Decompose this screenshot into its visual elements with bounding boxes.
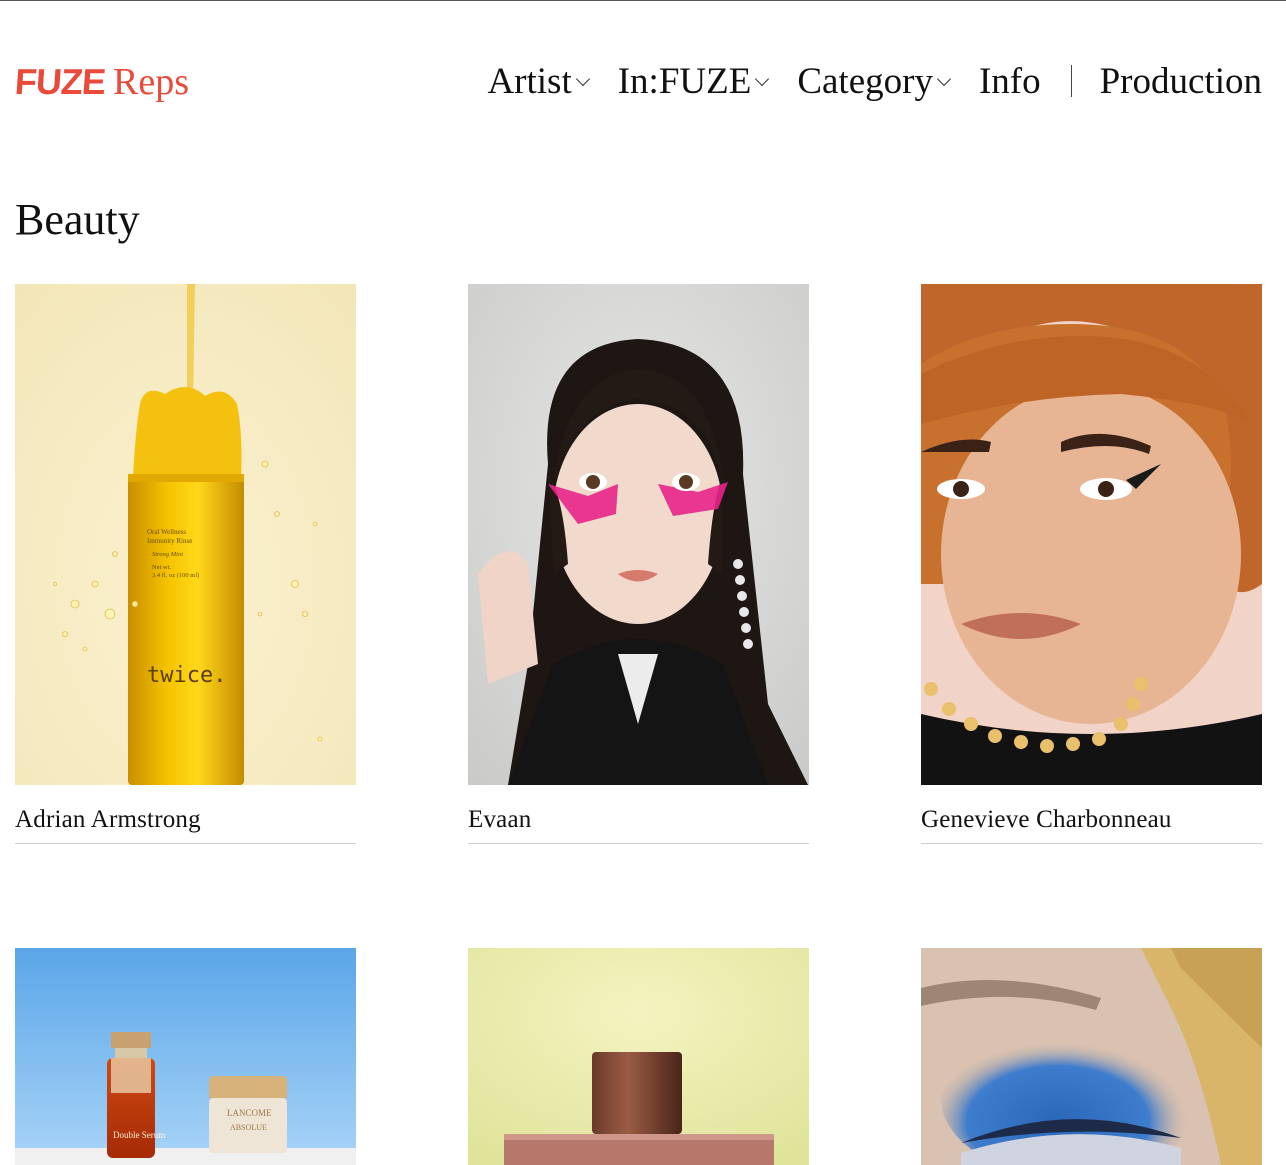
perfume-bottle-photo bbox=[468, 948, 809, 1165]
main-nav: Artist In:FUZE Category Info Production bbox=[487, 58, 1262, 104]
nav-category[interactable]: Category bbox=[797, 60, 952, 103]
portrait-photo bbox=[921, 284, 1262, 785]
artist-card-5[interactable] bbox=[468, 948, 809, 1165]
nav-artist-label: Artist bbox=[487, 60, 572, 102]
bottle-text-5: 3.4 fl. oz (100 ml) bbox=[152, 572, 199, 579]
chevron-down-icon bbox=[936, 71, 952, 86]
artist-card-6[interactable] bbox=[921, 948, 1262, 1165]
logo-reps-text: Reps bbox=[113, 61, 189, 103]
page-title: Beauty bbox=[15, 195, 140, 244]
serum-label: Double Serum bbox=[113, 1130, 165, 1140]
jar-label: ABSOLUE bbox=[230, 1123, 267, 1132]
artist-image-6[interactable] bbox=[921, 948, 1262, 1165]
site-logo[interactable]: FUZE Reps bbox=[13, 60, 189, 104]
nav-infuze-label: In:FUZE bbox=[617, 60, 752, 102]
logo-fuze-text: FUZE bbox=[13, 61, 107, 102]
nav-production-label: Production bbox=[1099, 60, 1262, 102]
artist-image-genevieve-charbonneau[interactable] bbox=[921, 284, 1262, 785]
artist-card-4[interactable]: Double Serum LANCOME ABSOLUE bbox=[15, 948, 356, 1165]
nav-production[interactable]: Production bbox=[1100, 60, 1262, 103]
top-border bbox=[0, 0, 1286, 1]
nav-artist[interactable]: Artist bbox=[487, 60, 590, 103]
artist-name[interactable]: Evaan bbox=[468, 803, 809, 844]
bottle-text-4: Net wt. bbox=[152, 564, 172, 571]
artist-image-4[interactable]: Double Serum LANCOME ABSOLUE bbox=[15, 948, 356, 1165]
bottle-text-2: Immunity Rinse bbox=[147, 537, 192, 545]
product-bottle-photo: Oral Wellness Immunity Rinse Strong Mint… bbox=[15, 284, 356, 785]
bottle-text-3: Strong Mint bbox=[152, 551, 183, 558]
eye-makeup-photo bbox=[921, 948, 1262, 1165]
artist-image-evaan[interactable] bbox=[468, 284, 809, 785]
artist-name[interactable]: Adrian Armstrong bbox=[15, 803, 356, 844]
bottle-text-1: Oral Wellness bbox=[147, 528, 186, 536]
artist-card-evaan[interactable]: Evaan bbox=[468, 284, 809, 844]
bottle-brand-text: twice. bbox=[147, 663, 226, 688]
skincare-products-photo: Double Serum LANCOME ABSOLUE bbox=[15, 948, 356, 1165]
nav-infuze[interactable]: In:FUZE bbox=[617, 60, 770, 103]
artist-image-adrian-armstrong[interactable]: Oral Wellness Immunity Rinse Strong Mint… bbox=[15, 284, 356, 785]
nav-info[interactable]: Info bbox=[979, 60, 1041, 103]
artist-image-5[interactable] bbox=[468, 948, 809, 1165]
jar-brand: LANCOME bbox=[227, 1108, 272, 1118]
artist-name[interactable]: Genevieve Charbonneau bbox=[921, 803, 1262, 844]
nav-info-label: Info bbox=[978, 60, 1041, 102]
chevron-down-icon bbox=[755, 71, 770, 86]
artist-card-adrian-armstrong[interactable]: Oral Wellness Immunity Rinse Strong Mint… bbox=[15, 284, 356, 844]
artist-card-genevieve-charbonneau[interactable]: Genevieve Charbonneau bbox=[921, 284, 1262, 844]
site-header: FUZE Reps Artist In:FUZE Category Info P… bbox=[13, 58, 1262, 108]
portrait-photo bbox=[468, 284, 809, 785]
nav-divider bbox=[1070, 65, 1072, 97]
nav-category-label: Category bbox=[797, 60, 933, 102]
chevron-down-icon bbox=[575, 71, 590, 86]
